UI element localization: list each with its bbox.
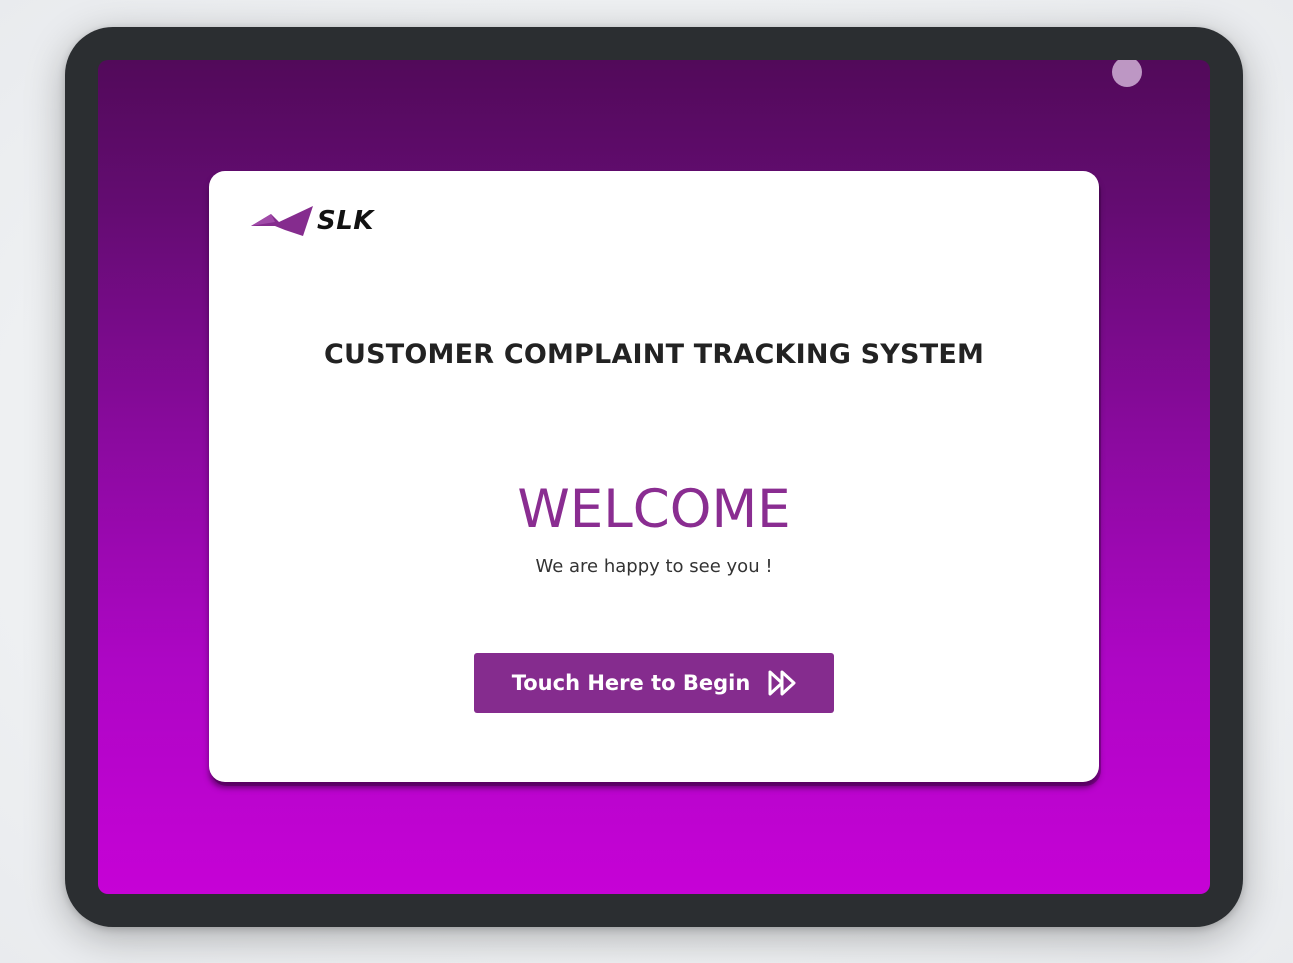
system-title: CUSTOMER COMPLAINT TRACKING SYSTEM bbox=[323, 339, 985, 370]
welcome-heading: WELCOME bbox=[517, 479, 791, 540]
welcome-card: SLK CUSTOMER COMPLAINT TRACKING SYSTEM W… bbox=[209, 171, 1099, 782]
tablet-frame: SLK CUSTOMER COMPLAINT TRACKING SYSTEM W… bbox=[65, 27, 1243, 927]
page: SLK CUSTOMER COMPLAINT TRACKING SYSTEM W… bbox=[0, 0, 1293, 963]
slk-logo-icon bbox=[251, 206, 313, 236]
fast-forward-icon bbox=[768, 670, 796, 696]
welcome-subtitle: We are happy to see you ! bbox=[535, 556, 773, 577]
camera-indicator bbox=[1112, 60, 1142, 87]
begin-button[interactable]: Touch Here to Begin bbox=[474, 653, 834, 713]
kiosk-screen: SLK CUSTOMER COMPLAINT TRACKING SYSTEM W… bbox=[98, 60, 1210, 894]
begin-button-label: Touch Here to Begin bbox=[511, 671, 751, 695]
slk-logo: SLK bbox=[249, 201, 389, 241]
brand-name: SLK bbox=[317, 206, 374, 236]
